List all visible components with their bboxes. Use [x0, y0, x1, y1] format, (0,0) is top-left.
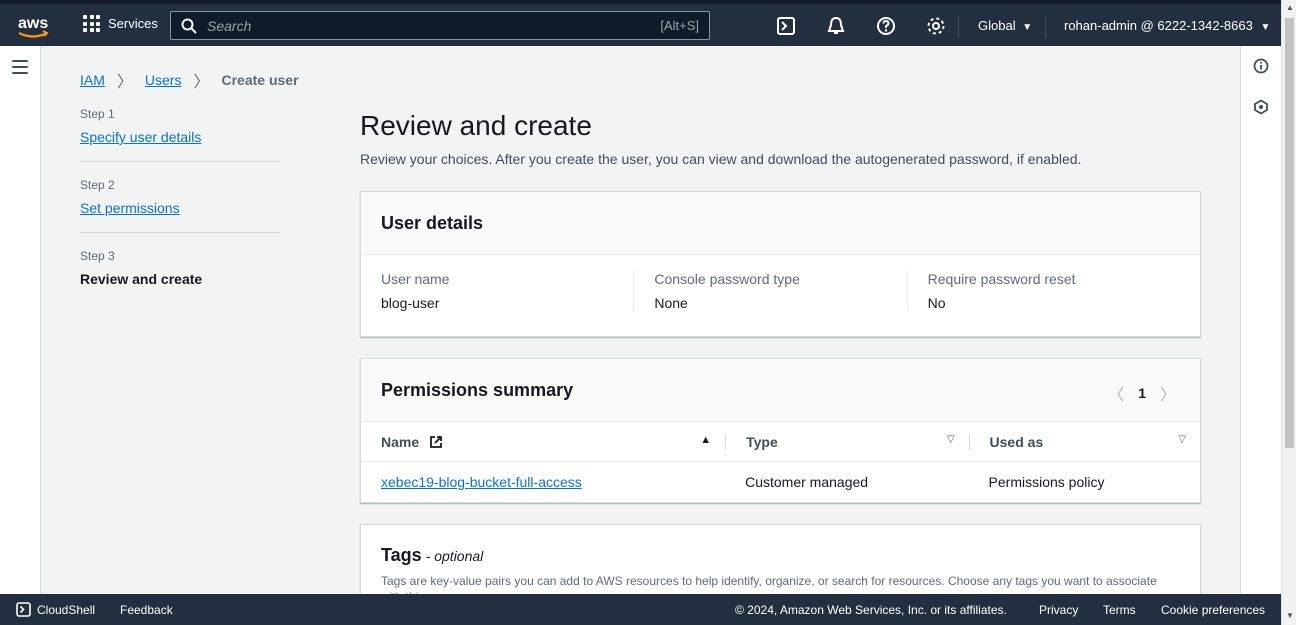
sort-ascending-icon[interactable]: ▲: [700, 434, 711, 446]
help-icon[interactable]: [876, 16, 896, 36]
services-menu-button[interactable]: Services: [83, 15, 158, 32]
step-link-set-permissions[interactable]: Set permissions: [80, 200, 180, 216]
detail-value: None: [654, 295, 688, 311]
account-label: rohan-admin @ 6222-1342-8663: [1064, 18, 1253, 33]
caret-down-icon: ▼: [1260, 22, 1271, 33]
table-cell: Customer managed: [745, 474, 869, 490]
chevron-left-icon[interactable]: 〈: [1108, 381, 1124, 405]
aws-logo-icon[interactable]: aws: [16, 12, 50, 42]
column-header-name[interactable]: Name ▲: [361, 434, 725, 450]
sort-icon[interactable]: ▽: [1178, 434, 1186, 445]
nav-divider: [958, 16, 959, 38]
pagination: 〈 1 〉: [1108, 381, 1176, 405]
detail-label: User name: [381, 271, 450, 287]
region-label: Global: [978, 18, 1016, 33]
search-bar[interactable]: [Alt+S]: [170, 11, 710, 40]
services-label: Services: [108, 16, 158, 31]
column-header-used-as[interactable]: Used as ▽: [968, 433, 1200, 450]
step-number: Step 1: [80, 107, 115, 121]
detail-user-name: User name blog-user: [381, 271, 635, 311]
hamburger-menu-icon[interactable]: [12, 60, 28, 74]
chevron-right-icon: 〉: [193, 74, 210, 91]
cookie-preferences-link[interactable]: Cookie preferences: [1161, 603, 1265, 617]
card-title: User details: [381, 213, 484, 233]
detail-value: No: [927, 295, 946, 311]
detail-console-password-type: Console password type None: [654, 271, 908, 311]
detail-require-password-reset: Require password reset No: [928, 271, 1180, 311]
sort-icon[interactable]: ▽: [947, 434, 955, 445]
privacy-link[interactable]: Privacy: [1039, 603, 1078, 617]
account-menu[interactable]: rohan-admin @ 6222-1342-8663 ▼: [1064, 18, 1270, 33]
policy-link[interactable]: xebec19-blog-bucket-full-access: [381, 474, 582, 490]
copyright-text: © 2024, Amazon Web Services, Inc. or its…: [735, 603, 1007, 617]
step-link-specify-user-details[interactable]: Specify user details: [80, 129, 201, 145]
card-title: Permissions summary: [381, 380, 574, 400]
card-header: Permissions summary 〈 1 〉: [361, 359, 1200, 422]
detail-value: blog-user: [381, 295, 440, 311]
breadcrumb: IAM 〉 Users 〉 Create user: [80, 68, 299, 92]
column-label: Used as: [989, 433, 1044, 450]
wizard-step: Step 3 Review and create: [80, 249, 280, 301]
notifications-bell-icon[interactable]: [826, 16, 846, 36]
region-selector[interactable]: Global ▼: [978, 18, 1032, 33]
page-title: Review and create: [360, 110, 592, 141]
scroll-down-icon[interactable]: ▼: [1286, 611, 1294, 620]
table-header: Name ▲ Type ▽ Used as ▽: [361, 422, 1200, 462]
hexagon-icon[interactable]: [1253, 99, 1269, 115]
column-header-type[interactable]: Type ▽: [725, 433, 968, 450]
breadcrumb-users[interactable]: Users: [145, 72, 182, 88]
column-label: Type: [746, 433, 778, 450]
tags-card: Tags - optional Tags are key-value pairs …: [360, 524, 1201, 604]
step-current-review-and-create: Review and create: [80, 271, 203, 287]
cloudshell-icon[interactable]: [776, 16, 796, 36]
scroll-up-icon[interactable]: ▲: [1286, 3, 1294, 12]
search-input[interactable]: [207, 17, 647, 34]
tags-title-text: Tags: [381, 545, 422, 565]
search-icon: [181, 18, 197, 34]
feedback-link[interactable]: Feedback: [120, 603, 173, 617]
search-shortcut: [Alt+S]: [660, 18, 699, 33]
left-side-rail: [0, 46, 41, 594]
grid-icon: [83, 15, 100, 32]
detail-label: Require password reset: [927, 271, 1076, 287]
chevron-right-icon[interactable]: 〉: [1160, 381, 1176, 405]
terms-link[interactable]: Terms: [1103, 603, 1136, 617]
settings-gear-icon[interactable]: [926, 16, 946, 36]
breadcrumb-iam[interactable]: IAM: [80, 72, 105, 88]
wizard-steps: Step 1 Specify user details Step 2 Set p…: [80, 107, 280, 317]
detail-label: Console password type: [654, 271, 800, 287]
cloudshell-icon[interactable]: [16, 602, 31, 617]
optional-label: - optional: [425, 548, 484, 564]
top-navigation: aws Services [Alt+S] Global ▼: [0, 0, 1281, 46]
step-number: Step 2: [80, 178, 115, 192]
wizard-step: Step 1 Specify user details: [80, 107, 280, 162]
table-row: xebec19-blog-bucket-full-access Customer…: [361, 462, 1200, 502]
table-cell: Permissions policy: [988, 474, 1105, 490]
page-description: Review your choices. After you create th…: [360, 151, 1082, 167]
cloudshell-link[interactable]: CloudShell: [37, 603, 95, 617]
wizard-step: Step 2 Set permissions: [80, 178, 280, 233]
chevron-right-icon: 〉: [116, 74, 133, 91]
card-header: User details: [361, 192, 1200, 255]
caret-down-icon: ▼: [1022, 22, 1033, 33]
external-link-icon: [430, 435, 442, 448]
step-number: Step 3: [80, 249, 115, 263]
footer: CloudShell Feedback © 2024, Amazon Web S…: [0, 594, 1281, 625]
page-scrollbar[interactable]: ▲ ▼: [1281, 0, 1296, 625]
svg-text:aws: aws: [18, 15, 48, 32]
table-cell: xebec19-blog-bucket-full-access: [361, 474, 725, 490]
permissions-summary-card: Permissions summary 〈 1 〉 Name ▲ Type ▽ …: [360, 358, 1201, 503]
card-title: Tags - optional: [381, 545, 483, 566]
breadcrumb-current: Create user: [221, 72, 299, 88]
page-number[interactable]: 1: [1138, 385, 1146, 401]
detail-columns: User name blog-user Console password typ…: [361, 255, 1200, 327]
column-label: Name: [381, 433, 420, 450]
info-icon[interactable]: [1253, 58, 1269, 74]
user-details-card: User details User name blog-user Console…: [360, 191, 1201, 337]
scrollbar-thumb[interactable]: [1285, 18, 1294, 448]
nav-divider: [1045, 16, 1046, 38]
right-side-rail: [1240, 46, 1281, 594]
